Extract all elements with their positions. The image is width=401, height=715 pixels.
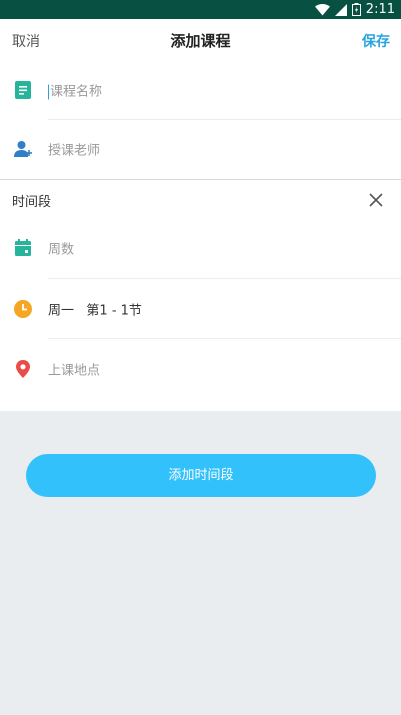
day-period-value[interactable]: 周一 第1 - 1节 <box>48 300 142 319</box>
divider <box>48 278 401 279</box>
wifi-icon <box>314 3 330 15</box>
status-icons: 2:11 <box>314 0 395 19</box>
battery-icon <box>351 3 361 16</box>
day-period-field[interactable]: 周一 第1 - 1节 <box>0 280 401 338</box>
weeks-input[interactable]: 周数 <box>48 239 74 258</box>
course-name-placeholder: 课程名称 <box>50 84 103 100</box>
location-field[interactable]: 上课地点 <box>0 340 401 398</box>
signal-icon <box>334 3 347 16</box>
course-info-card: 课程名称 授课老师 <box>0 61 401 179</box>
add-time-section-button[interactable]: 添加时间段 <box>26 454 376 497</box>
divider <box>48 338 401 339</box>
time-section-label: 时间段 <box>12 195 52 210</box>
course-name-field[interactable]: 课程名称 <box>0 61 401 119</box>
teacher-input[interactable]: 授课老师 <box>48 140 100 159</box>
teacher-field[interactable]: 授课老师 <box>0 120 401 178</box>
header-bar: 取消 添加课程 保存 <box>0 19 401 61</box>
document-icon <box>15 81 31 99</box>
save-button[interactable]: 保存 <box>362 31 390 51</box>
weeks-field[interactable]: 周数 <box>0 219 401 277</box>
location-pin-icon <box>16 360 30 378</box>
period-value: 第1 - 1节 <box>86 303 142 319</box>
location-input[interactable]: 上课地点 <box>48 360 100 379</box>
close-icon[interactable] <box>368 192 384 208</box>
text-cursor <box>48 84 49 100</box>
status-time: 2:11 <box>365 2 395 17</box>
clock-icon <box>14 300 32 318</box>
page-title: 添加课程 <box>170 32 231 50</box>
calendar-icon <box>15 239 31 256</box>
cancel-button[interactable]: 取消 <box>12 31 40 51</box>
person-add-icon <box>14 141 32 157</box>
day-value: 周一 <box>48 303 75 319</box>
course-name-input[interactable]: 课程名称 <box>48 81 102 100</box>
status-bar: 2:11 <box>0 0 401 19</box>
